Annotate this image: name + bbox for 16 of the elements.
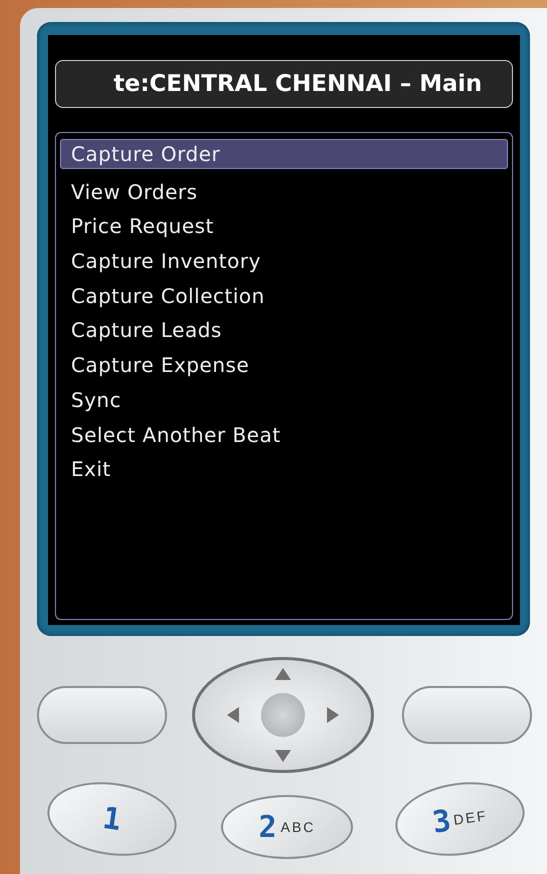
menu-item[interactable]: Price Request <box>60 208 508 244</box>
menu-item[interactable]: Select Another Beat <box>60 416 508 452</box>
menu-item[interactable]: Capture Leads <box>60 312 508 348</box>
menu-item[interactable]: Capture Collection <box>60 278 508 312</box>
right-arrow-icon <box>327 707 339 723</box>
screen-title: te:CENTRAL CHENNAI – Main <box>55 60 513 108</box>
menu-item[interactable]: Sync <box>60 382 508 416</box>
left-arrow-icon <box>227 707 239 723</box>
up-arrow-icon <box>275 668 291 680</box>
select-key[interactable] <box>261 693 305 737</box>
menu-item[interactable]: Capture Expense <box>60 347 508 382</box>
menu-item[interactable]: Exit <box>60 451 508 486</box>
menu-item[interactable]: Capture Order <box>60 139 508 169</box>
down-arrow-icon <box>275 750 291 762</box>
menu-item[interactable]: View Orders <box>60 174 508 208</box>
menu-item[interactable]: Capture Inventory <box>60 243 508 278</box>
